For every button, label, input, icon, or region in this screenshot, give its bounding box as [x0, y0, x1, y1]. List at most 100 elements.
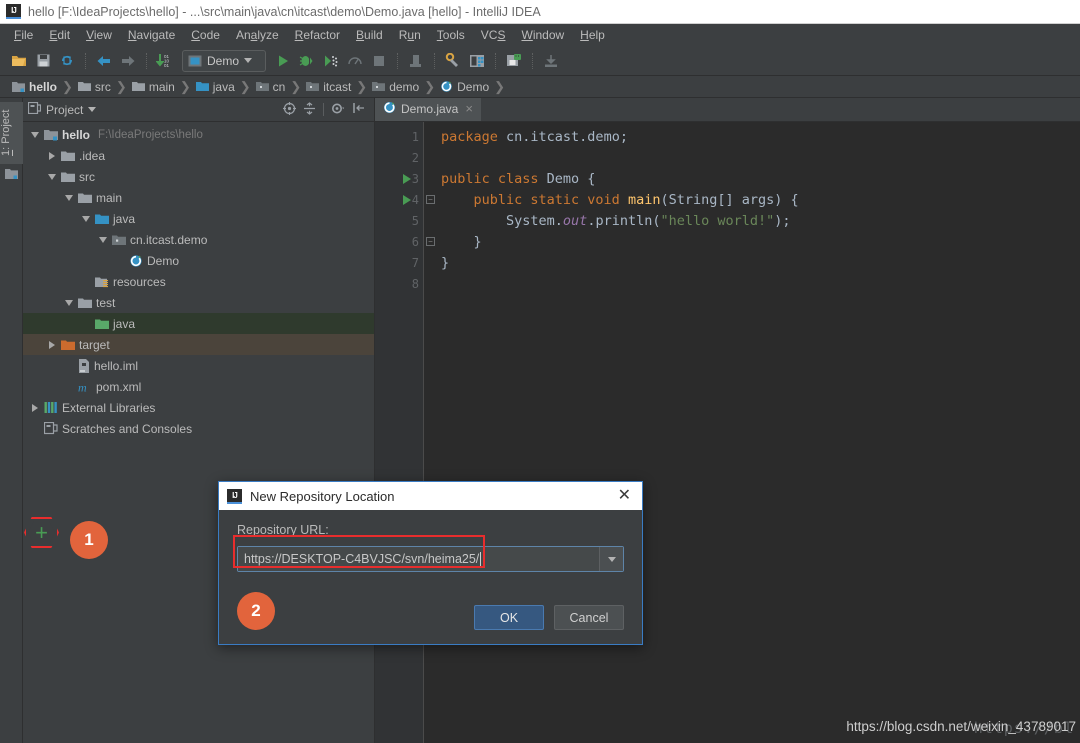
tree-node--idea[interactable]: .idea — [23, 145, 374, 166]
menu-item-view[interactable]: View — [78, 26, 120, 44]
expand-arrow-expanded-icon[interactable] — [63, 297, 74, 308]
update-project-icon[interactable] — [405, 50, 427, 72]
close-icon[interactable]: ✕ — [615, 488, 634, 504]
profile-icon[interactable] — [344, 50, 366, 72]
gutter-line-7[interactable]: 7 — [375, 252, 423, 273]
breadcrumb-item-main[interactable]: main — [128, 80, 179, 94]
navigate-forward-icon[interactable] — [117, 50, 139, 72]
menu-item-build[interactable]: Build — [348, 26, 391, 44]
menu-item-window[interactable]: Window — [513, 26, 572, 44]
run-icon[interactable] — [272, 50, 294, 72]
gutter-line-4[interactable]: 4− — [375, 189, 435, 210]
settings-icon[interactable] — [442, 50, 464, 72]
checkout-icon[interactable] — [540, 50, 562, 72]
tree-node-resources[interactable]: resources — [23, 271, 374, 292]
expand-arrow[interactable] — [29, 423, 40, 434]
sidebar-item-project[interactable]: 1: Project — [0, 102, 23, 164]
add-repository-plus-icon[interactable]: + — [24, 517, 59, 548]
menu-item-run[interactable]: Run — [391, 26, 429, 44]
code-line-5: System. out .println("hello world!"); — [433, 210, 1080, 231]
expand-arrow[interactable] — [80, 318, 91, 329]
run-gutter-icon[interactable] — [403, 174, 411, 184]
gutter-line-3[interactable]: 3 — [375, 168, 423, 189]
save-all-icon[interactable] — [32, 50, 54, 72]
ok-button[interactable]: OK — [474, 605, 544, 630]
code-editor[interactable]: 1 2 3 4− 5 6− 7 8 package cn.itcast.demo; public… — [375, 122, 1080, 743]
run-with-coverage-icon[interactable] — [320, 50, 342, 72]
breadcrumb-item-hello[interactable]: hello — [8, 80, 61, 94]
expand-arrow[interactable] — [114, 255, 125, 266]
menu-item-tools[interactable]: Tools — [429, 26, 473, 44]
open-folder-icon[interactable] — [8, 50, 30, 72]
menu-item-help[interactable]: Help — [572, 26, 613, 44]
menu-item-vcs[interactable]: VCS — [473, 26, 514, 44]
commit-icon[interactable] — [503, 50, 525, 72]
tree-node-main[interactable]: main — [23, 187, 374, 208]
expand-arrow[interactable] — [80, 276, 91, 287]
expand-arrow-collapsed-icon[interactable] — [46, 339, 57, 350]
run-gutter-icon[interactable] — [403, 195, 411, 205]
menu-item-code[interactable]: Code — [183, 26, 228, 44]
stop-icon[interactable] — [368, 50, 390, 72]
tree-node-hello-iml[interactable]: hello.iml — [23, 355, 374, 376]
tree-node-external-libraries[interactable]: External Libraries — [23, 397, 374, 418]
menu-item-edit[interactable]: Edit — [41, 26, 78, 44]
expand-arrow-expanded-icon[interactable] — [29, 129, 40, 140]
tree-node-cn-itcast-demo[interactable]: cn.itcast.demo — [23, 229, 374, 250]
tree-node-test[interactable]: test — [23, 292, 374, 313]
compile-icon[interactable]: 01 10 01 — [154, 50, 176, 72]
cancel-button[interactable]: Cancel — [554, 605, 624, 630]
gutter-line-6[interactable]: 6− — [375, 231, 435, 252]
tree-node-java[interactable]: java — [23, 313, 374, 334]
collapse-all-icon[interactable] — [303, 101, 316, 118]
breadcrumb-item-java[interactable]: java — [192, 80, 239, 94]
hide-icon[interactable] — [353, 102, 366, 117]
breadcrumb-item-demo[interactable]: Demo — [436, 80, 493, 94]
breadcrumb-item-src[interactable]: src — [74, 80, 115, 94]
expand-arrow-collapsed-icon[interactable] — [29, 402, 40, 413]
tree-node-hello[interactable]: hello F:\IdeaProjects\hello — [23, 124, 374, 145]
run-configuration-selector[interactable]: Demo — [182, 49, 266, 72]
chevron-down-icon[interactable] — [244, 58, 253, 63]
expand-arrow-collapsed-icon[interactable] — [46, 150, 57, 161]
chevron-down-icon[interactable] — [88, 107, 97, 112]
navigate-back-icon[interactable] — [93, 50, 115, 72]
gutter-line-5[interactable]: 5 — [375, 210, 423, 231]
editor-code[interactable]: package cn.itcast.demo; public class Demo… — [423, 122, 1080, 743]
debug-icon[interactable] — [296, 50, 318, 72]
tree-node-java[interactable]: java — [23, 208, 374, 229]
project-tree[interactable]: hello F:\IdeaProjects\hello .idea src main ja… — [23, 122, 374, 743]
close-icon[interactable]: × — [465, 101, 473, 116]
repository-url-dropdown-button[interactable] — [599, 547, 623, 571]
tree-node-scratches-and-consoles[interactable]: Scratches and Consoles — [23, 418, 374, 439]
project-structure-icon[interactable] — [466, 50, 488, 72]
gutter-line-8[interactable]: 8 — [375, 273, 423, 294]
breadcrumb-item-cn[interactable]: cn — [252, 80, 290, 94]
tree-node-src[interactable]: src — [23, 166, 374, 187]
target-icon[interactable] — [283, 101, 296, 118]
expand-arrow[interactable] — [63, 360, 74, 371]
gutter-line-1[interactable]: 1 — [375, 126, 423, 147]
menu-item-navigate[interactable]: Navigate — [120, 26, 183, 44]
repository-url-combobox[interactable]: https://DESKTOP-C4BVJSC/svn/heima25/ — [237, 546, 624, 572]
editor-tab-demo-java[interactable]: Demo.java × — [375, 98, 481, 121]
folder-grey-icon — [131, 81, 145, 92]
synchronize-icon[interactable] — [56, 50, 78, 72]
menu-item-analyze[interactable]: Analyze — [228, 26, 287, 44]
breadcrumb-item-demo[interactable]: demo — [368, 80, 423, 94]
expand-arrow-expanded-icon[interactable] — [97, 234, 108, 245]
expand-arrow-expanded-icon[interactable] — [80, 213, 91, 224]
gutter-line-2[interactable]: 2 — [375, 147, 423, 168]
menu-item-refactor[interactable]: Refactor — [287, 26, 348, 44]
tree-node-pom-xml[interactable]: m pom.xml — [23, 376, 374, 397]
repository-url-input[interactable]: https://DESKTOP-C4BVJSC/svn/heima25/ — [238, 547, 599, 571]
tree-node-demo[interactable]: Demo — [23, 250, 374, 271]
gear-icon[interactable] — [331, 102, 346, 118]
expand-arrow[interactable] — [63, 381, 74, 392]
expand-arrow-expanded-icon[interactable] — [46, 171, 57, 182]
menu-item-file[interactable]: File — [6, 26, 41, 44]
expand-arrow-expanded-icon[interactable] — [63, 192, 74, 203]
tree-node-target[interactable]: target — [23, 334, 374, 355]
breadcrumb-item-itcast[interactable]: itcast — [302, 80, 355, 94]
editor-gutter[interactable]: 1 2 3 4− 5 6− 7 8 — [375, 122, 435, 743]
